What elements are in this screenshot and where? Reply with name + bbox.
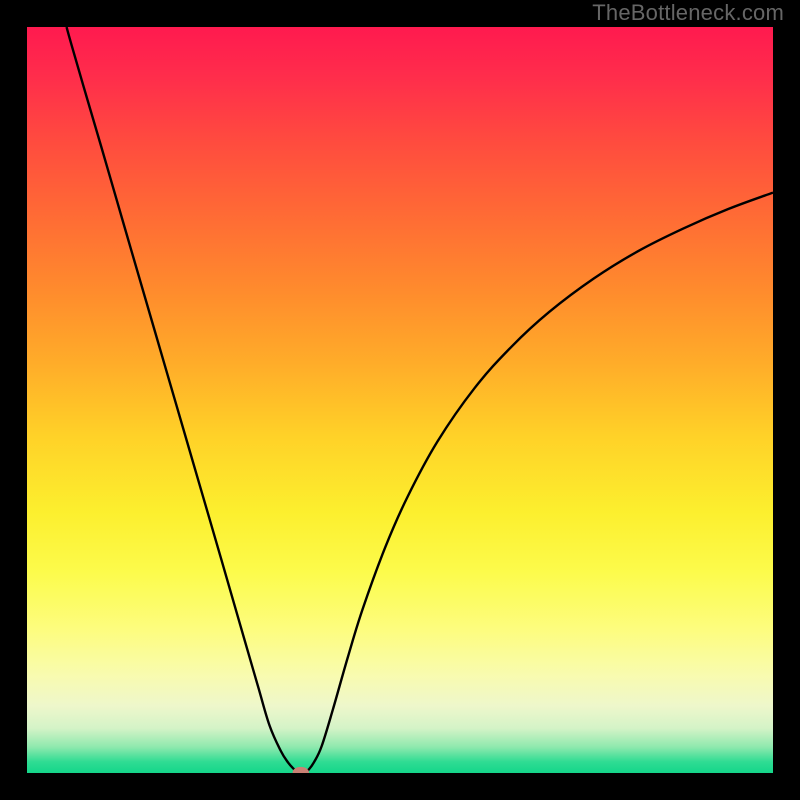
bottleneck-plot bbox=[27, 27, 773, 773]
chart-stage: TheBottleneck.com bbox=[0, 0, 800, 800]
watermark-text: TheBottleneck.com bbox=[592, 0, 784, 26]
plot-background bbox=[27, 27, 773, 773]
